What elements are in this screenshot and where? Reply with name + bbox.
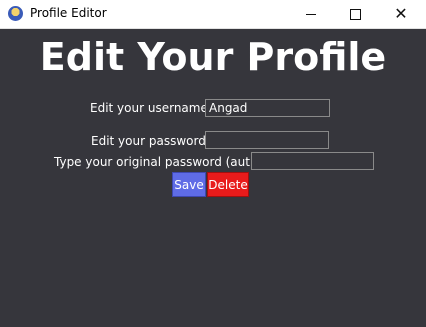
auth-password-label: Type your original password (auth) -	[54, 155, 271, 169]
maximize-icon	[349, 8, 361, 20]
close-button[interactable]: ✕	[378, 0, 424, 28]
minimize-icon	[306, 13, 316, 15]
auth-password-input[interactable]	[251, 152, 374, 170]
profile-editor-window: Profile Editor ✕ Edit Your Profile Edit …	[0, 0, 426, 327]
minimize-button[interactable]	[288, 0, 334, 28]
window-title: Profile Editor	[30, 6, 107, 20]
title-bar: Profile Editor ✕	[0, 0, 426, 29]
password-label: Edit your password -	[91, 134, 214, 148]
save-button[interactable]: Save	[172, 172, 206, 197]
maximize-button[interactable]	[332, 0, 378, 28]
username-input[interactable]: Angad	[205, 99, 330, 117]
close-icon: ✕	[394, 4, 408, 23]
app-icon	[8, 6, 23, 21]
username-label: Edit your username -	[90, 101, 216, 115]
delete-button[interactable]: Delete	[207, 172, 249, 197]
page-title: Edit Your Profile	[39, 35, 387, 79]
password-input[interactable]	[205, 131, 329, 149]
